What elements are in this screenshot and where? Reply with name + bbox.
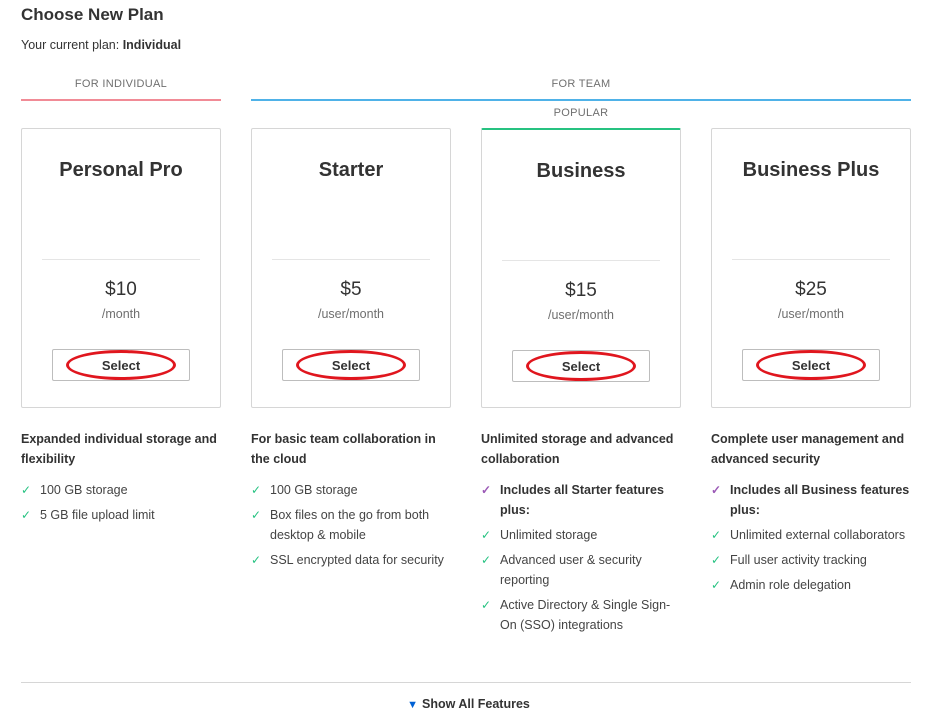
check-icon: ✓ bbox=[251, 553, 262, 567]
check-icon: ✓ bbox=[711, 483, 722, 497]
card-divider bbox=[502, 260, 660, 261]
group-individual-label: FOR INDIVIDUAL bbox=[74, 78, 168, 90]
group-team-label: FOR TEAM bbox=[551, 78, 611, 90]
select-button-label: Select bbox=[101, 357, 141, 373]
show-all-features-label: Show All Features bbox=[421, 697, 530, 711]
plan-description: Complete user management and advanced se… bbox=[711, 432, 905, 466]
check-icon: ✓ bbox=[21, 483, 32, 497]
feature-item: ✓ Unlimited storage bbox=[481, 525, 686, 545]
group-individual-line bbox=[21, 99, 221, 101]
chevron-down-icon: ▼ bbox=[407, 699, 418, 711]
current-plan-value: Individual bbox=[122, 38, 182, 52]
popular-label: POPULAR bbox=[553, 107, 609, 119]
select-button-label: Select bbox=[561, 358, 601, 374]
plan-name: Starter bbox=[318, 159, 384, 181]
select-button[interactable]: Select bbox=[512, 350, 650, 382]
card-divider bbox=[42, 259, 200, 260]
plan-price: $5 bbox=[340, 279, 362, 300]
page-title: Choose New Plan bbox=[21, 5, 164, 24]
check-icon: ✓ bbox=[481, 528, 492, 542]
current-plan: Your current plan: Individual bbox=[21, 38, 181, 52]
feature-item: ✓ Advanced user & security reporting bbox=[481, 550, 686, 590]
feature-item: ✓ Unlimited external collaborators bbox=[711, 525, 916, 545]
plan-name: Personal Pro bbox=[59, 159, 183, 181]
plan-card-starter: Starter $5 /user/month Select bbox=[251, 128, 451, 408]
feature-list: ✓ Includes all Business features plus: ✓ U… bbox=[711, 480, 916, 600]
feature-list: ✓ 100 GB storage ✓ Box files on the go fro… bbox=[251, 480, 456, 575]
check-icon: ✓ bbox=[481, 483, 492, 497]
feature-list: ✓ 100 GB storage ✓ 5 GB file upload limit bbox=[21, 480, 226, 530]
plan-unit: /user/month bbox=[777, 307, 844, 321]
feature-item: ✓ 5 GB file upload limit bbox=[21, 505, 226, 525]
feature-item: ✓ Full user activity tracking bbox=[711, 550, 916, 570]
select-button-label: Select bbox=[791, 357, 831, 373]
plan-name: Business bbox=[536, 160, 626, 182]
plan-price: $10 bbox=[105, 279, 137, 300]
feature-item: ✓ Box files on the go from both desktop &… bbox=[251, 505, 456, 545]
plan-description: Unlimited storage and advanced collabora… bbox=[481, 432, 674, 466]
select-button[interactable]: Select bbox=[282, 349, 420, 381]
feature-list: ✓ Includes all Starter features plus: ✓ Un… bbox=[481, 480, 686, 640]
plan-price: $25 bbox=[795, 279, 827, 300]
feature-item: ✓ Admin role delegation bbox=[711, 575, 916, 595]
check-icon: ✓ bbox=[251, 483, 262, 497]
check-icon: ✓ bbox=[711, 578, 722, 592]
select-button-label: Select bbox=[331, 357, 371, 373]
check-icon: ✓ bbox=[251, 508, 262, 522]
plan-card-business: Business $15 /user/month Select bbox=[481, 128, 681, 408]
feature-item: ✓ Active Directory & Single Sign-On (SSO)… bbox=[481, 595, 686, 635]
current-plan-label: Your current plan: bbox=[21, 38, 120, 52]
show-all-features-link[interactable]: ▼ Show All Features bbox=[0, 697, 937, 711]
feature-item: ✓ 100 GB storage bbox=[21, 480, 226, 500]
bottom-divider bbox=[21, 682, 911, 683]
plan-card-personal-pro: Personal Pro $10 /month Select bbox=[21, 128, 221, 408]
check-icon: ✓ bbox=[481, 598, 492, 612]
card-divider bbox=[272, 259, 430, 260]
plan-description: For basic team collaboration in the clou… bbox=[251, 432, 436, 466]
feature-item-plus: ✓ Includes all Business features plus: bbox=[711, 480, 916, 520]
group-team-line bbox=[251, 99, 911, 101]
card-divider bbox=[732, 259, 890, 260]
plan-price: $15 bbox=[565, 280, 597, 301]
check-icon: ✓ bbox=[481, 553, 492, 567]
check-icon: ✓ bbox=[711, 553, 722, 567]
plan-name: Business Plus bbox=[742, 159, 880, 181]
feature-item: ✓ SSL encrypted data for security bbox=[251, 550, 456, 570]
plan-description: Expanded individual storage and flexibil… bbox=[21, 432, 217, 466]
select-button[interactable]: Select bbox=[742, 349, 880, 381]
plan-unit: /month bbox=[101, 307, 141, 321]
feature-item-plus: ✓ Includes all Starter features plus: bbox=[481, 480, 686, 520]
plan-card-business-plus: Business Plus $25 /user/month Select bbox=[711, 128, 911, 408]
check-icon: ✓ bbox=[21, 508, 32, 522]
select-button[interactable]: Select bbox=[52, 349, 190, 381]
check-icon: ✓ bbox=[711, 528, 722, 542]
plan-unit: /user/month bbox=[547, 308, 614, 322]
plan-unit: /user/month bbox=[317, 307, 384, 321]
feature-item: ✓ 100 GB storage bbox=[251, 480, 456, 500]
